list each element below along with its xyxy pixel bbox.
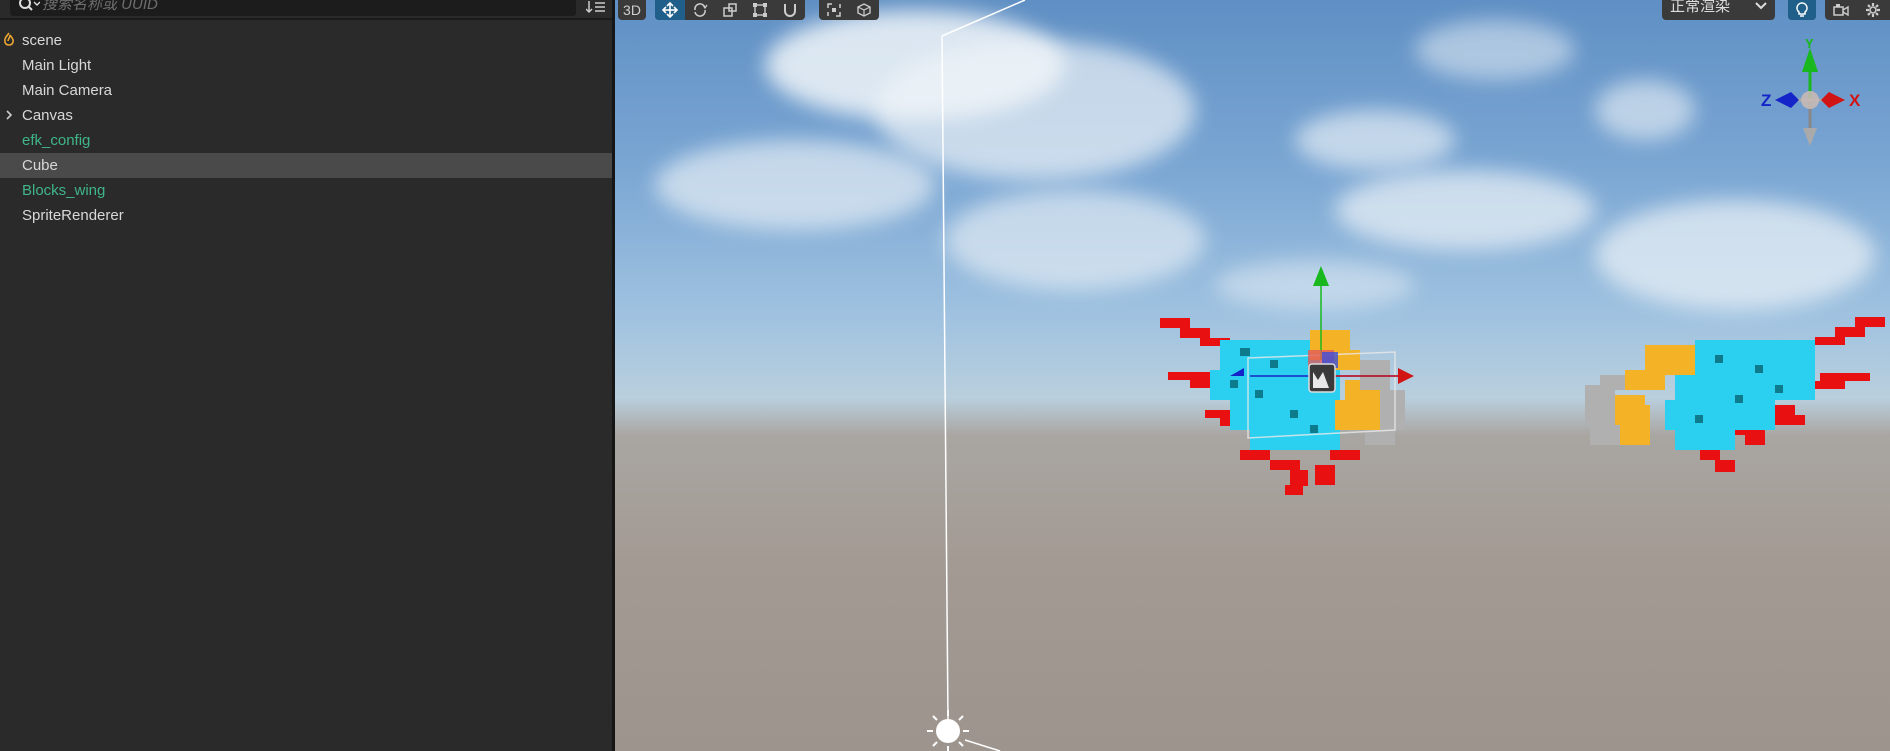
tree-item-label: Blocks_wing xyxy=(22,182,106,199)
snap-tool-button[interactable] xyxy=(775,0,805,20)
transform-tools-group xyxy=(655,0,780,20)
search-box[interactable] xyxy=(10,0,576,16)
rotate-tool-button[interactable] xyxy=(685,0,715,20)
orientation-gizmo[interactable]: Y Z X xyxy=(1755,36,1865,148)
light-toggle-button[interactable] xyxy=(1788,0,1816,20)
hierarchy-toolbar xyxy=(0,0,612,20)
scene-viewport[interactable]: 3D 正常渲染 Y Z X xyxy=(615,0,1890,751)
tree-item-label: Cube xyxy=(22,157,58,174)
3d-toggle-button[interactable]: 3D xyxy=(618,0,646,20)
tree-item-canvas[interactable]: Canvas xyxy=(0,103,612,128)
pivot-tools-group xyxy=(819,0,879,20)
pivot-tool-button[interactable] xyxy=(819,0,849,20)
search-icon[interactable] xyxy=(18,0,40,14)
render-mode-select[interactable]: 正常渲染 xyxy=(1662,0,1775,20)
hierarchy-tree: scene Main Light Main Camera Canvas efk_… xyxy=(0,28,612,228)
tree-item-label: Canvas xyxy=(22,107,73,124)
tree-item-label: Main Light xyxy=(22,57,92,74)
sun-light-icon[interactable] xyxy=(925,708,971,751)
tree-item-main-camera[interactable]: Main Camera xyxy=(0,78,612,103)
scale-tool-button[interactable] xyxy=(715,0,745,20)
viewport-mode-group: 3D xyxy=(618,0,646,20)
scene-icon xyxy=(2,32,16,48)
view-options-group xyxy=(1825,0,1890,20)
scale-icon xyxy=(723,3,737,17)
move-tool-button[interactable] xyxy=(655,0,685,20)
rect-icon xyxy=(753,3,767,17)
tree-item-scene[interactable]: scene xyxy=(0,28,612,53)
tree-item-main-light[interactable]: Main Light xyxy=(0,53,612,78)
3d-toggle-label: 3D xyxy=(623,2,641,18)
rotate-icon xyxy=(694,3,708,17)
chevron-right-icon[interactable] xyxy=(2,107,16,123)
light-bulb-icon xyxy=(1796,2,1808,17)
tree-item-label: SpriteRenderer xyxy=(22,207,124,224)
scene-settings-button[interactable] xyxy=(1859,0,1887,20)
magnet-icon xyxy=(784,4,796,17)
move-icon xyxy=(662,2,678,18)
world-space-tool-button[interactable] xyxy=(849,0,879,20)
y-axis-label: Y xyxy=(1805,36,1814,51)
sort-icon[interactable] xyxy=(586,0,606,16)
pivot-icon xyxy=(827,3,841,17)
snap-group xyxy=(775,0,805,20)
camera-settings-button[interactable] xyxy=(1827,0,1855,20)
gear-icon xyxy=(1866,3,1880,17)
x-axis-label: X xyxy=(1849,91,1861,110)
tree-item-label: efk_config xyxy=(22,132,91,149)
hierarchy-panel: scene Main Light Main Camera Canvas efk_… xyxy=(0,0,612,751)
light-toggle-group xyxy=(1788,0,1816,20)
tree-item-blocks-wing[interactable]: Blocks_wing xyxy=(0,178,612,203)
z-axis-label: Z xyxy=(1761,91,1772,110)
tree-item-label: Main Camera xyxy=(22,82,113,99)
rect-tool-button[interactable] xyxy=(745,0,775,20)
camera-icon xyxy=(1833,4,1849,17)
tree-item-label: scene xyxy=(22,32,63,49)
wing-sprite-right[interactable] xyxy=(1565,315,1890,525)
move-gizmo[interactable] xyxy=(1200,260,1440,450)
tree-item-cube[interactable]: Cube xyxy=(0,153,612,178)
tree-item-sprite-renderer[interactable]: SpriteRenderer xyxy=(0,203,612,228)
tree-item-efk-config[interactable]: efk_config xyxy=(0,128,612,153)
world-cube-icon xyxy=(857,3,871,17)
search-input[interactable] xyxy=(42,0,562,13)
chevron-down-icon xyxy=(1755,0,1767,14)
render-mode-value: 正常渲染 xyxy=(1670,0,1731,15)
